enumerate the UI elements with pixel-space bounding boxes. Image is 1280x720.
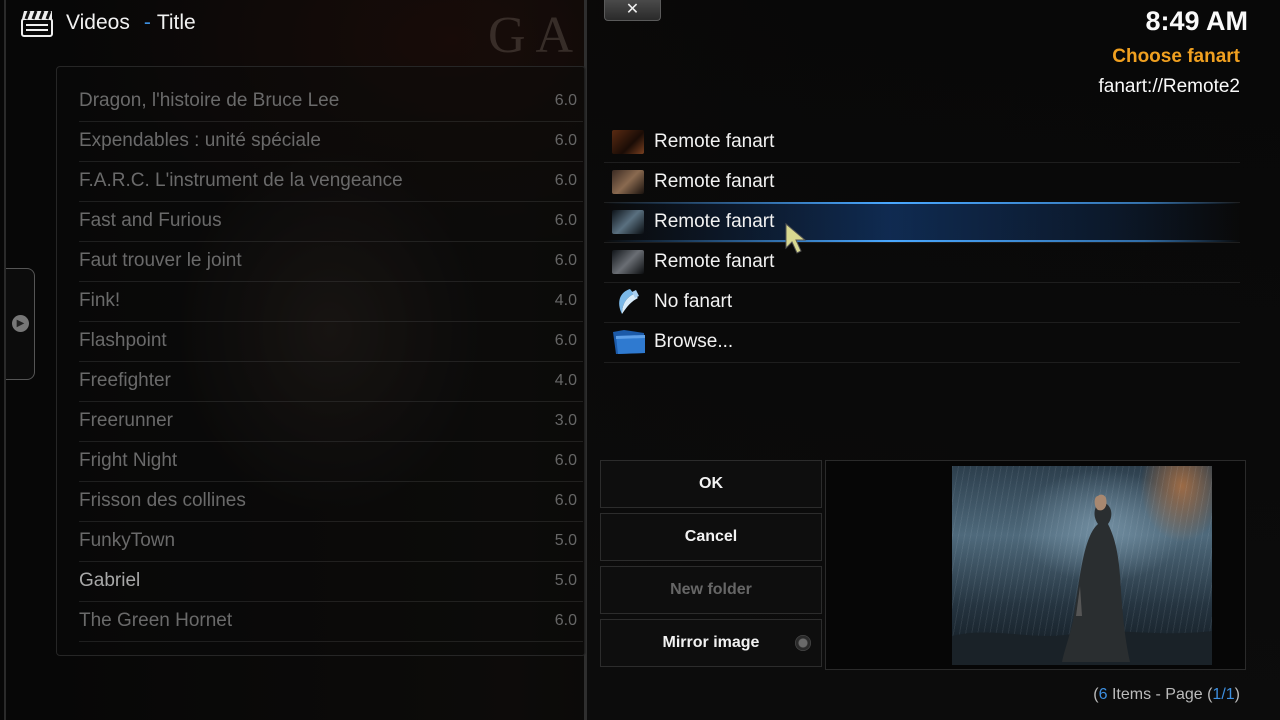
section-title: Videos [66, 11, 130, 34]
movie-rating: 6.0 [554, 452, 577, 469]
movie-title: Fright Night [79, 450, 178, 471]
browse-option[interactable]: Browse... [604, 322, 1240, 363]
cloaked-figure-image [952, 494, 1212, 665]
movie-title: Freefighter [79, 370, 171, 391]
sort-label: Title [156, 11, 196, 34]
movie-title: FunkyTown [79, 530, 176, 551]
movie-title: Expendables : unité spéciale [79, 130, 321, 151]
list-item[interactable]: Gabriel 5.0 [79, 561, 583, 602]
movie-rating: 5.0 [554, 572, 577, 589]
movie-rating: 3.0 [554, 412, 577, 429]
fanart-option[interactable]: Remote fanart [604, 162, 1240, 203]
fanart-option-label: Browse... [654, 331, 734, 352]
list-item[interactable]: The Green Hornet 6.0 [79, 601, 583, 642]
fanart-option-label: Remote fanart [654, 211, 775, 232]
movie-title: Frisson des collines [79, 490, 246, 511]
items-footer: (6 Items - Page (1/1) [1093, 686, 1240, 704]
movie-rating: 6.0 [554, 172, 577, 189]
movie-rating: 5.0 [554, 532, 577, 549]
chevron-right-icon: ▶ [12, 315, 29, 332]
mouse-pointer-icon [785, 222, 807, 254]
movie-list: Dragon, l'histoire de Bruce Lee 6.0 Expen… [56, 66, 586, 656]
folder-icon [613, 330, 645, 354]
footer-close-paren: ) [1234, 686, 1240, 703]
mirror-image-label: Mirror image [662, 634, 760, 651]
remote-fanart-thumbnail [612, 250, 644, 274]
movie-rating: 6.0 [554, 132, 577, 149]
list-item[interactable]: Fink! 4.0 [79, 281, 583, 322]
remote-fanart-thumbnail [612, 170, 644, 194]
radio-off-icon [795, 635, 811, 651]
clapperboard-icon [21, 10, 53, 37]
movie-title: Dragon, l'histoire de Bruce Lee [79, 90, 340, 111]
list-item[interactable]: Flashpoint 6.0 [79, 321, 583, 362]
dialog-title: Choose fanart [1112, 46, 1240, 67]
close-button[interactable]: ✕ [604, 0, 661, 21]
list-item[interactable]: FunkyTown 5.0 [79, 521, 583, 562]
current-fanart-path: fanart://Remote2 [1098, 76, 1240, 97]
footer-items-text: Items - Page ( [1107, 686, 1213, 703]
side-menu-tab[interactable]: ▶ [6, 268, 35, 380]
movie-title: Gabriel [79, 570, 141, 591]
fanart-preview-image [952, 466, 1212, 665]
list-item[interactable]: Freefighter 4.0 [79, 361, 583, 402]
page-indicator: 1/1 [1212, 686, 1235, 703]
ok-button[interactable]: OK [600, 460, 822, 508]
list-item[interactable]: Freerunner 3.0 [79, 401, 583, 442]
list-item[interactable]: Frisson des collines 6.0 [79, 481, 583, 522]
remote-fanart-thumbnail [612, 130, 644, 154]
fanart-option-label: Remote fanart [654, 171, 775, 192]
list-item[interactable]: Fast and Furious 6.0 [79, 201, 583, 242]
clock: 8:49 AM [1145, 6, 1248, 36]
fanart-option[interactable]: Remote fanart [604, 242, 1240, 283]
mirror-image-toggle[interactable]: Mirror image [600, 619, 822, 667]
movie-rating: 6.0 [554, 212, 577, 229]
cancel-button[interactable]: Cancel [600, 513, 822, 561]
movie-title: Fast and Furious [79, 210, 222, 231]
movie-rating: 6.0 [554, 612, 577, 629]
fanart-option-selected[interactable]: Remote fanart [604, 202, 1240, 243]
movie-rating: 4.0 [554, 372, 577, 389]
movie-rating: 4.0 [554, 292, 577, 309]
list-item[interactable]: Dragon, l'histoire de Bruce Lee 6.0 [79, 81, 583, 122]
fanart-option-label: Remote fanart [654, 251, 775, 272]
fanart-option-label: No fanart [654, 291, 733, 312]
movie-title: Fink! [79, 290, 121, 311]
header-separator: - [143, 11, 151, 34]
movie-title: F.A.R.C. L'instrument de la vengeance [79, 170, 403, 191]
movie-title: Flashpoint [79, 330, 167, 351]
movie-title: Freerunner [79, 410, 173, 431]
fanart-option[interactable]: Remote fanart [604, 122, 1240, 163]
movie-rating: 6.0 [554, 92, 577, 109]
new-folder-button[interactable]: New folder [600, 566, 822, 614]
movie-rating: 6.0 [554, 252, 577, 269]
list-item[interactable]: Fright Night 6.0 [79, 441, 583, 482]
remote-fanart-thumbnail [612, 210, 644, 234]
item-count: 6 [1098, 686, 1108, 703]
list-item[interactable]: Faut trouver le joint 6.0 [79, 241, 583, 282]
no-fanart-option[interactable]: No fanart [604, 282, 1240, 323]
movie-title: Faut trouver le joint [79, 250, 242, 271]
movie-title: The Green Hornet [79, 610, 233, 631]
fanart-preview [825, 460, 1246, 670]
fanart-option-label: Remote fanart [654, 131, 775, 152]
movie-rating: 6.0 [554, 492, 577, 509]
movie-rating: 6.0 [554, 332, 577, 349]
no-fanart-icon [619, 289, 639, 314]
background-movie-title: GA [488, 7, 584, 64]
list-item[interactable]: Expendables : unité spéciale 6.0 [79, 121, 583, 162]
window-header: Videos - Title [20, 6, 196, 40]
list-item[interactable]: F.A.R.C. L'instrument de la vengeance 6.0 [79, 161, 583, 202]
